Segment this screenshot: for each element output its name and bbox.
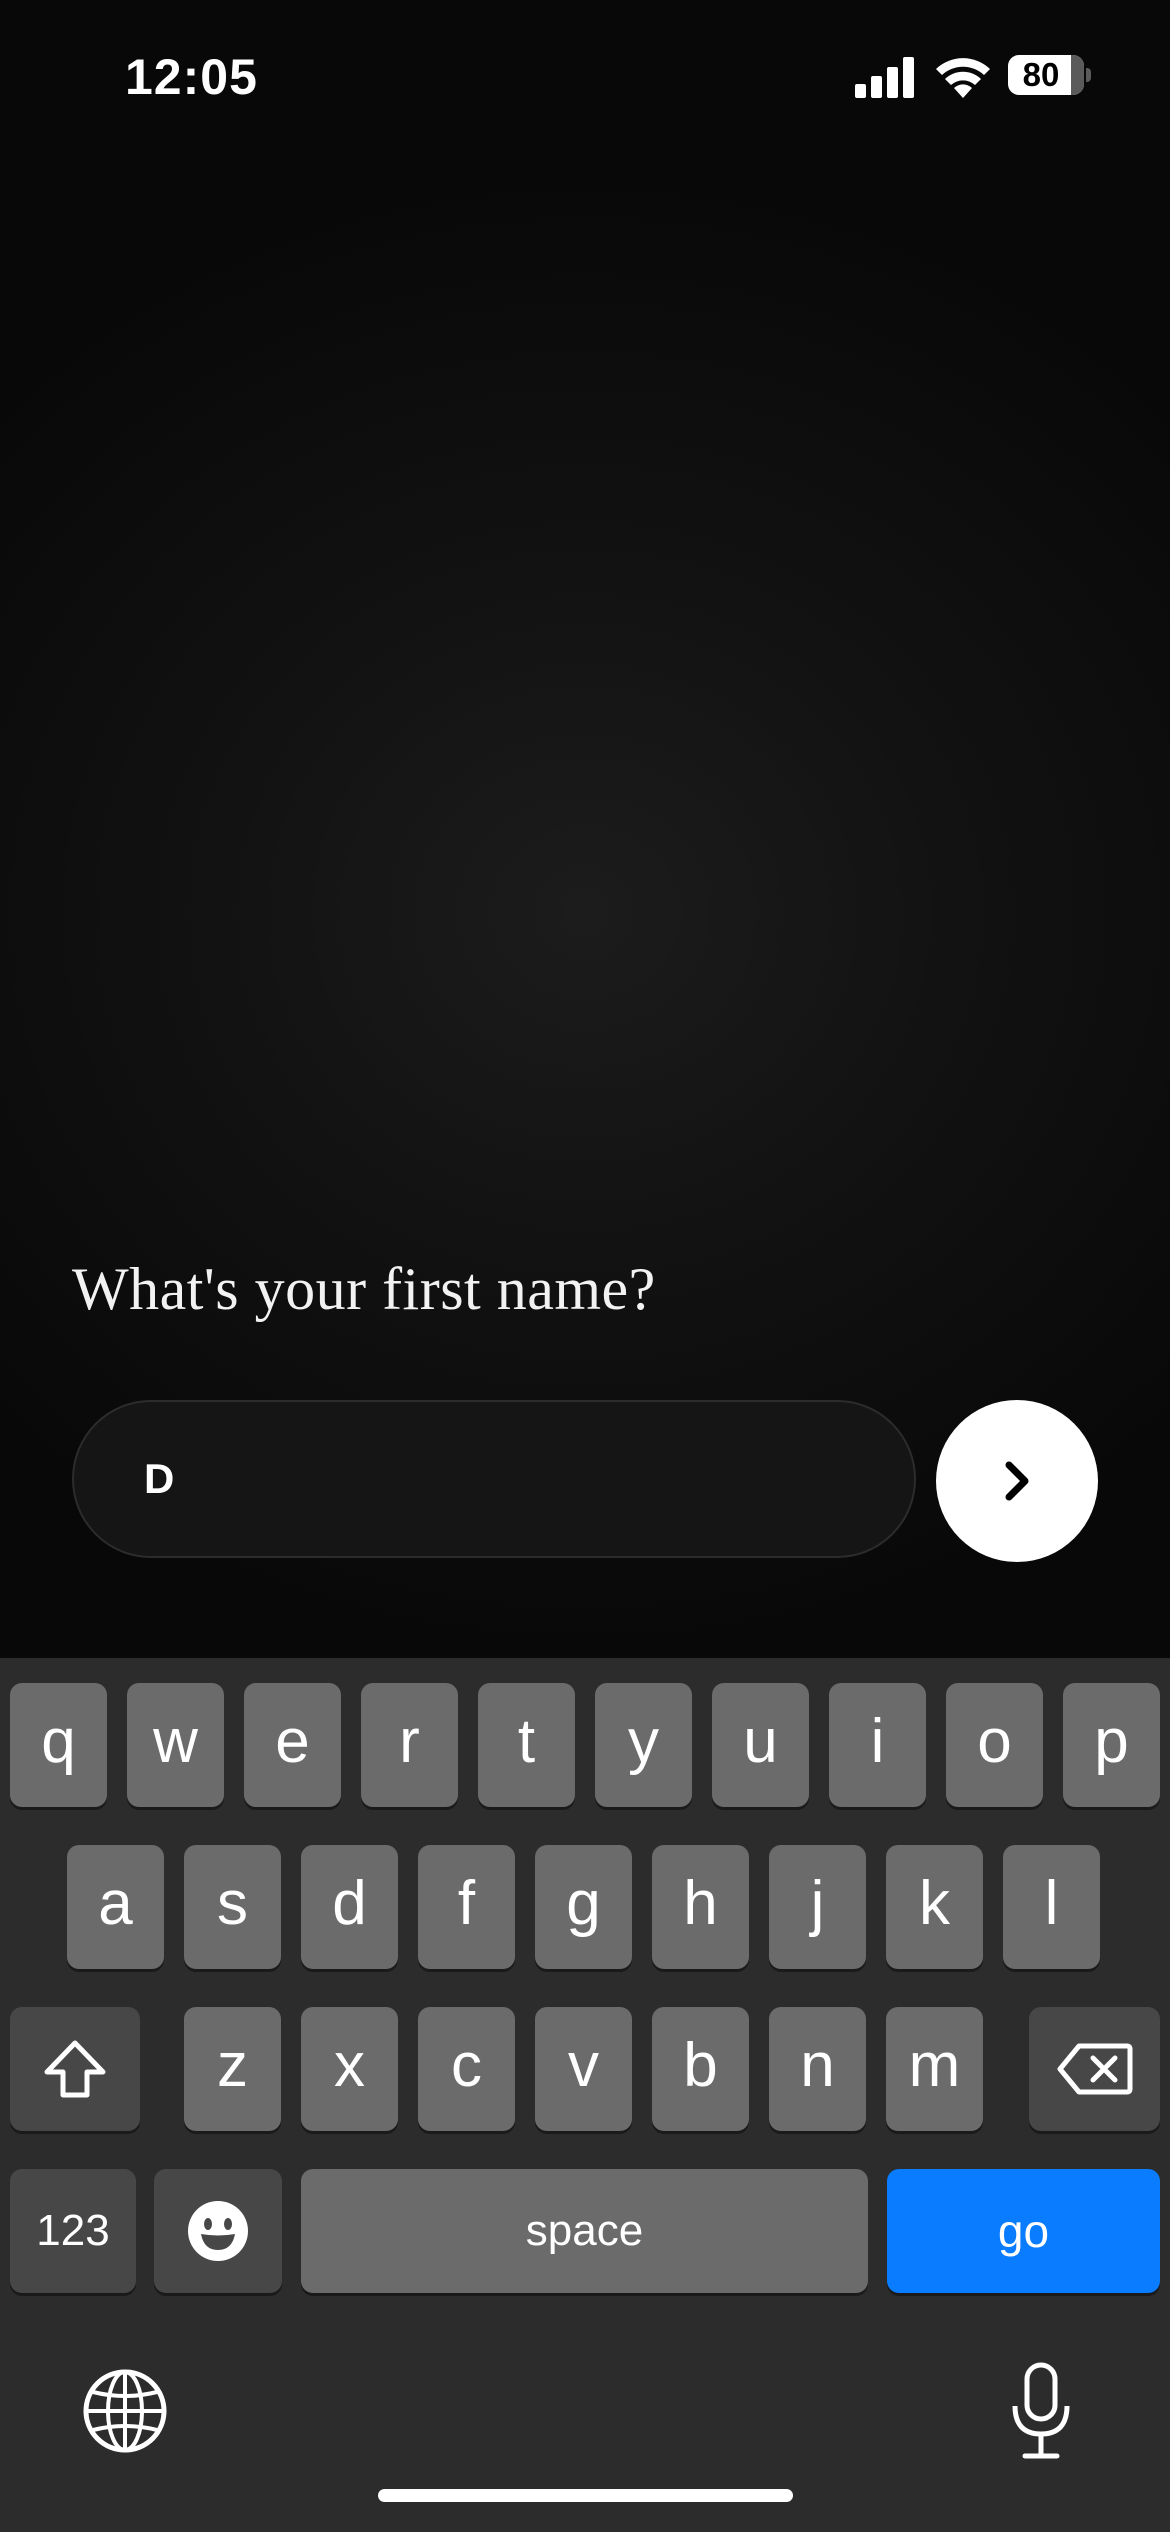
key-l[interactable]: l xyxy=(1003,1845,1100,1969)
space-key[interactable]: space xyxy=(301,2169,868,2293)
next-button[interactable] xyxy=(936,1400,1098,1562)
key-q[interactable]: q xyxy=(10,1683,107,1807)
status-bar: 12:05 80 xyxy=(0,0,1170,150)
shift-icon xyxy=(44,2040,106,2098)
key-w[interactable]: w xyxy=(127,1683,224,1807)
key-j[interactable]: j xyxy=(769,1845,866,1969)
key-z[interactable]: z xyxy=(184,2007,281,2131)
cellular-signal-icon xyxy=(855,57,914,98)
go-key[interactable]: go xyxy=(887,2169,1160,2293)
key-k[interactable]: k xyxy=(886,1845,983,1969)
numbers-key[interactable]: 123 xyxy=(10,2169,136,2293)
microphone-icon[interactable] xyxy=(1010,2362,1072,2462)
chevron-right-icon xyxy=(1005,1461,1029,1501)
key-m[interactable]: m xyxy=(886,2007,983,2131)
key-v[interactable]: v xyxy=(535,2007,632,2131)
home-indicator[interactable] xyxy=(378,2489,793,2502)
key-g[interactable]: g xyxy=(535,1845,632,1969)
first-name-input[interactable]: D xyxy=(72,1400,916,1558)
battery-icon: 80 xyxy=(1008,55,1092,97)
key-t[interactable]: t xyxy=(478,1683,575,1807)
key-h[interactable]: h xyxy=(652,1845,749,1969)
delete-key[interactable] xyxy=(1029,2007,1160,2131)
key-i[interactable]: i xyxy=(829,1683,926,1807)
globe-icon[interactable] xyxy=(82,2368,168,2454)
key-r[interactable]: r xyxy=(361,1683,458,1807)
key-u[interactable]: u xyxy=(712,1683,809,1807)
key-b[interactable]: b xyxy=(652,2007,749,2131)
emoji-key[interactable] xyxy=(154,2169,282,2293)
key-c[interactable]: c xyxy=(418,2007,515,2131)
key-e[interactable]: e xyxy=(244,1683,341,1807)
shift-key[interactable] xyxy=(10,2007,140,2131)
status-time: 12:05 xyxy=(125,49,258,105)
emoji-icon xyxy=(188,2201,248,2261)
key-s[interactable]: s xyxy=(184,1845,281,1969)
key-n[interactable]: n xyxy=(769,2007,866,2131)
key-f[interactable]: f xyxy=(418,1845,515,1969)
delete-icon xyxy=(1057,2043,1132,2095)
battery-percent: 80 xyxy=(1022,56,1060,93)
key-x[interactable]: x xyxy=(301,2007,398,2131)
name-question: What's your first name? xyxy=(72,1256,656,1322)
key-y[interactable]: y xyxy=(595,1683,692,1807)
key-p[interactable]: p xyxy=(1063,1683,1160,1807)
key-d[interactable]: d xyxy=(301,1845,398,1969)
key-a[interactable]: a xyxy=(67,1845,164,1969)
wifi-icon xyxy=(936,58,990,98)
key-o[interactable]: o xyxy=(946,1683,1043,1807)
